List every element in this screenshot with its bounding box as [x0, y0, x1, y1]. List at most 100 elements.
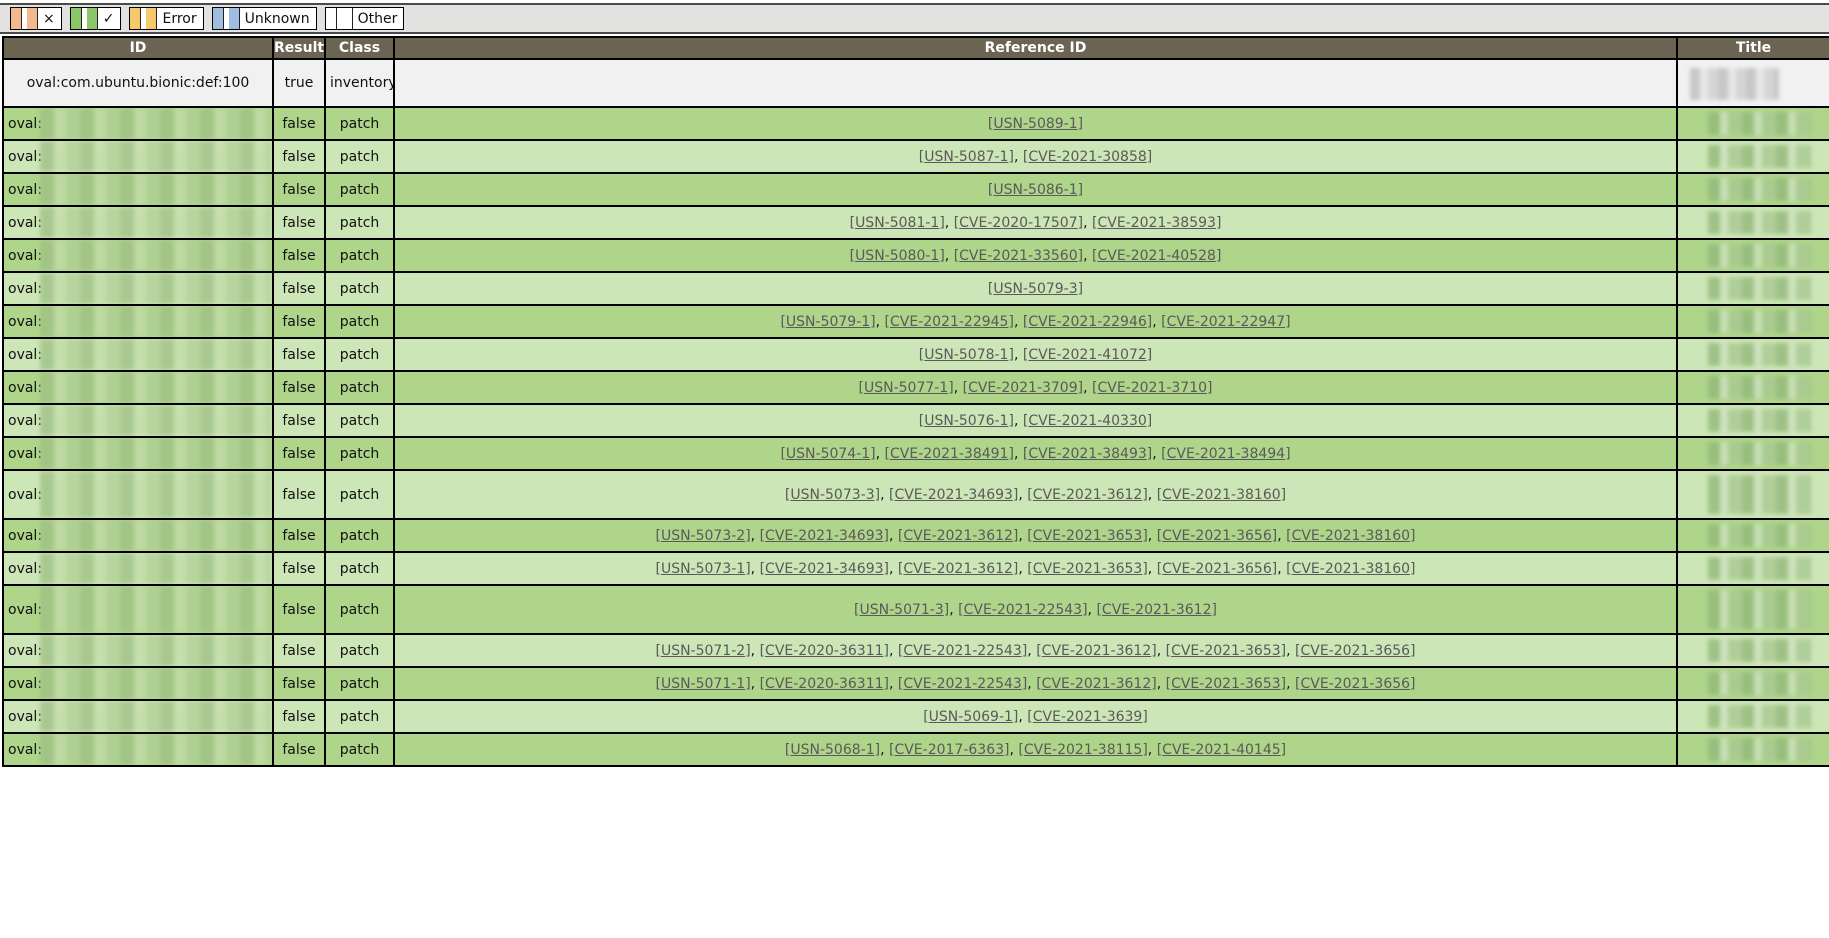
table-row[interactable]: oval: false patch [USN-5071-2], [CVE-2020-3…: [2, 633, 1829, 668]
usn-link[interactable]: USN-5073-2: [661, 528, 745, 544]
usn-link[interactable]: USN-5071-2: [661, 643, 745, 659]
cve-link[interactable]: CVE-2021-38493: [1028, 446, 1146, 462]
column-header-result[interactable]: Result: [272, 36, 326, 60]
usn-link[interactable]: USN-5079-1: [786, 314, 870, 330]
cve-link[interactable]: CVE-2021-38160: [1292, 528, 1410, 544]
column-header-class[interactable]: Class: [324, 36, 395, 60]
usn-link[interactable]: USN-5068-1: [790, 742, 874, 758]
cve-link[interactable]: CVE-2021-38160: [1292, 561, 1410, 577]
cve-link[interactable]: CVE-2021-33560: [959, 248, 1077, 264]
table-row[interactable]: oval: false patch [USN-5079-1], [CVE-2021-2…: [2, 304, 1829, 339]
cve-link[interactable]: CVE-2021-3656: [1162, 528, 1272, 544]
cve-link[interactable]: CVE-2021-30858: [1028, 149, 1146, 165]
bracket: ]: [745, 675, 751, 692]
cve-link[interactable]: CVE-2021-3612: [1042, 643, 1152, 659]
cve-link[interactable]: CVE-2020-36311: [765, 676, 883, 692]
table-row[interactable]: oval: false patch [USN-5073-3], [CVE-2021-3…: [2, 469, 1829, 520]
cve-link[interactable]: CVE-2021-22945: [890, 314, 1008, 330]
table-row[interactable]: oval:com.ubuntu.bionic:def:100 true invent…: [2, 58, 1829, 108]
usn-link[interactable]: USN-5077-1: [864, 380, 948, 396]
cve-link[interactable]: CVE-2021-3612: [1042, 676, 1152, 692]
usn-link[interactable]: USN-5078-1: [924, 347, 1008, 363]
column-header-id[interactable]: ID: [2, 36, 274, 60]
cve-link[interactable]: CVE-2021-40330: [1028, 413, 1146, 429]
cell-title: [1676, 518, 1829, 553]
cve-link[interactable]: CVE-2021-3612: [903, 561, 1013, 577]
table-row[interactable]: oval: false patch [USN-5076-1], [CVE-2021-4…: [2, 403, 1829, 438]
cve-link[interactable]: CVE-2021-38115: [1024, 742, 1142, 758]
cve-link[interactable]: CVE-2021-3639: [1033, 709, 1143, 725]
cve-link[interactable]: CVE-2021-3709: [968, 380, 1078, 396]
cve-link[interactable]: CVE-2021-3612: [1033, 487, 1143, 503]
cve-link[interactable]: CVE-2021-38593: [1097, 215, 1215, 231]
table-row[interactable]: oval: false patch [USN-5089-1]: [2, 106, 1829, 141]
cve-link[interactable]: CVE-2021-41072: [1028, 347, 1146, 363]
usn-link[interactable]: USN-5069-1: [929, 709, 1013, 725]
usn-link[interactable]: USN-5074-1: [786, 446, 870, 462]
usn-link[interactable]: USN-5076-1: [924, 413, 1008, 429]
cell-result: false: [272, 139, 326, 174]
table-row[interactable]: oval: false patch [USN-5078-1], [CVE-2021-4…: [2, 337, 1829, 372]
usn-link[interactable]: USN-5079-3: [993, 281, 1077, 297]
usn-link[interactable]: USN-5073-1: [661, 561, 745, 577]
legend-label: ×: [43, 10, 55, 27]
cve-link[interactable]: CVE-2021-22946: [1028, 314, 1146, 330]
table-row[interactable]: oval: false patch [USN-5071-3], [CVE-2021-2…: [2, 584, 1829, 635]
cve-link[interactable]: CVE-2021-38160: [1162, 487, 1280, 503]
cve-link[interactable]: CVE-2021-34693: [765, 561, 883, 577]
table-row[interactable]: oval: false patch [USN-5069-1], [CVE-2021-3…: [2, 699, 1829, 734]
table-row[interactable]: oval: false patch [USN-5068-1], [CVE-2017-6…: [2, 732, 1829, 767]
cve-link[interactable]: CVE-2020-36311: [765, 643, 883, 659]
cve-link[interactable]: CVE-2021-22543: [903, 676, 1021, 692]
redacted-title: [1708, 145, 1811, 168]
table-row[interactable]: oval: false patch [USN-5071-1], [CVE-2020-3…: [2, 666, 1829, 701]
cve-link[interactable]: CVE-2021-40528: [1097, 248, 1215, 264]
usn-link[interactable]: USN-5071-1: [661, 676, 745, 692]
cve-link[interactable]: CVE-2021-34693: [765, 528, 883, 544]
usn-link[interactable]: USN-5071-3: [860, 602, 944, 618]
definition-id: oval:: [8, 115, 43, 132]
cve-link[interactable]: CVE-2021-3656: [1162, 561, 1272, 577]
table-row[interactable]: oval: false patch [USN-5077-1], [CVE-2021-3…: [2, 370, 1829, 405]
cve-link[interactable]: CVE-2021-22947: [1167, 314, 1285, 330]
bracket: ]: [883, 527, 889, 544]
redacted-title: [1708, 639, 1811, 662]
cell-result: false: [272, 106, 326, 141]
cve-link[interactable]: CVE-2021-38491: [890, 446, 1008, 462]
table-row[interactable]: oval: false patch [USN-5087-1], [CVE-2021-3…: [2, 139, 1829, 174]
cve-link[interactable]: CVE-2021-3612: [903, 528, 1013, 544]
cve-link[interactable]: CVE-2021-3656: [1300, 676, 1410, 692]
cve-link[interactable]: CVE-2021-40145: [1162, 742, 1280, 758]
table-row[interactable]: oval: false patch [USN-5079-3]: [2, 271, 1829, 306]
cve-link[interactable]: CVE-2021-34693: [894, 487, 1012, 503]
cve-link[interactable]: CVE-2021-3653: [1033, 561, 1143, 577]
cve-link[interactable]: CVE-2021-22543: [903, 643, 1021, 659]
usn-link[interactable]: USN-5081-1: [855, 215, 939, 231]
usn-link[interactable]: USN-5087-1: [924, 149, 1008, 165]
cve-link[interactable]: CVE-2021-22543: [964, 602, 1082, 618]
table-row[interactable]: oval: false patch [USN-5073-2], [CVE-2021-3…: [2, 518, 1829, 553]
cve-link[interactable]: CVE-2021-3612: [1102, 602, 1212, 618]
usn-link[interactable]: USN-5080-1: [855, 248, 939, 264]
table-row[interactable]: oval: false patch [USN-5080-1], [CVE-2021-3…: [2, 238, 1829, 273]
cve-link[interactable]: CVE-2021-3710: [1097, 380, 1207, 396]
bracket: ]: [1280, 486, 1287, 503]
table-row[interactable]: oval: false patch [USN-5074-1], [CVE-2021-3…: [2, 436, 1829, 471]
definition-id: oval:: [8, 214, 43, 231]
column-header-reference-id[interactable]: Reference ID: [393, 36, 1678, 60]
column-header-title[interactable]: Title: [1676, 36, 1829, 60]
usn-link[interactable]: USN-5086-1: [993, 182, 1077, 198]
table-row[interactable]: oval: false patch [USN-5081-1], [CVE-2020-1…: [2, 205, 1829, 240]
cve-link[interactable]: CVE-2021-3653: [1171, 676, 1281, 692]
table-row[interactable]: oval: false patch [USN-5086-1]: [2, 172, 1829, 207]
table-row[interactable]: oval: false patch [USN-5073-1], [CVE-2021-3…: [2, 551, 1829, 586]
usn-link[interactable]: USN-5089-1: [993, 116, 1077, 132]
usn-link[interactable]: USN-5073-3: [790, 487, 874, 503]
cve-link[interactable]: CVE-2021-3653: [1171, 643, 1281, 659]
cve-link[interactable]: CVE-2021-38494: [1167, 446, 1285, 462]
cve-link[interactable]: CVE-2020-17507: [959, 215, 1077, 231]
cve-link[interactable]: CVE-2021-3656: [1300, 643, 1410, 659]
cve-link[interactable]: CVE-2021-3653: [1033, 528, 1143, 544]
cve-link[interactable]: CVE-2017-6363: [894, 742, 1004, 758]
redacted-title: [1708, 409, 1811, 432]
